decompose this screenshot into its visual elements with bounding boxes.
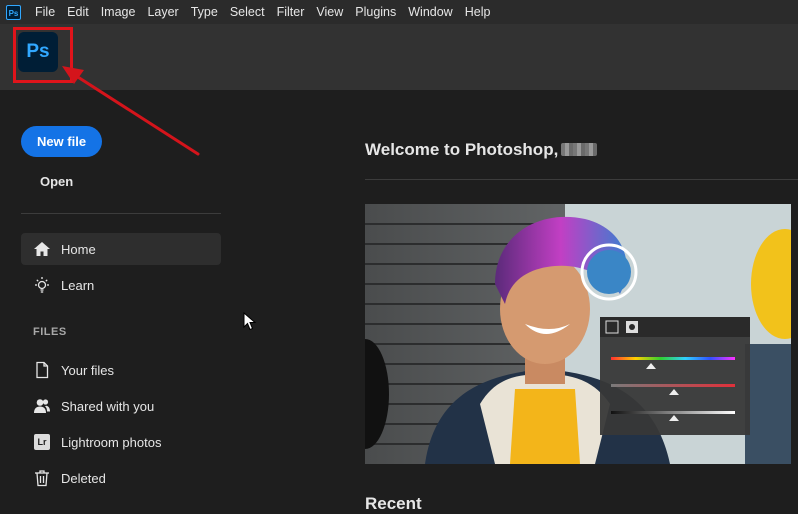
hero-image[interactable] — [365, 204, 791, 464]
sidebar-item-lightroom[interactable]: Lr Lightroom photos — [21, 426, 221, 458]
menu-plugins[interactable]: Plugins — [349, 5, 402, 19]
people-icon — [33, 397, 51, 415]
menu-edit[interactable]: Edit — [61, 5, 95, 19]
menu-filter[interactable]: Filter — [271, 5, 311, 19]
sidebar-divider — [21, 213, 221, 214]
sidebar-item-label: Shared with you — [61, 398, 155, 414]
new-file-button[interactable]: New file — [21, 126, 102, 157]
recent-heading: Recent — [365, 494, 422, 513]
menu-help[interactable]: Help — [459, 5, 497, 19]
menu-window[interactable]: Window — [402, 5, 458, 19]
menu-file[interactable]: File — [29, 5, 61, 19]
mouse-cursor-icon — [243, 312, 257, 331]
welcome-text: Welcome to Photoshop, — [365, 140, 559, 159]
document-icon — [33, 361, 51, 379]
menu-layer[interactable]: Layer — [141, 5, 184, 19]
sidebar-item-home[interactable]: Home — [21, 233, 221, 265]
lightroom-icon: Lr — [33, 433, 51, 451]
home-icon — [33, 240, 51, 258]
menu-select[interactable]: Select — [224, 5, 271, 19]
highlight-box — [13, 27, 73, 83]
sidebar-item-label: Learn — [61, 277, 95, 293]
open-button[interactable]: Open — [40, 174, 73, 189]
redacted-username — [561, 143, 598, 156]
menu-bar: Ps File Edit Image Layer Type Select Fil… — [0, 0, 798, 24]
welcome-heading: Welcome to Photoshop, — [365, 140, 598, 160]
menu-view[interactable]: View — [310, 5, 349, 19]
sidebar-item-deleted[interactable]: Deleted — [21, 462, 221, 494]
files-section-heading: FILES — [33, 326, 67, 338]
sidebar-item-your-files[interactable]: Your files — [21, 354, 221, 386]
sidebar-item-label: Deleted — [61, 470, 106, 486]
hero-illustration — [365, 204, 791, 464]
app-header: Ps — [0, 24, 798, 90]
sidebar-item-learn[interactable]: Learn — [21, 269, 221, 301]
lightbulb-icon — [33, 276, 51, 294]
photoshop-app-icon[interactable]: Ps — [6, 4, 21, 20]
trash-icon — [33, 469, 51, 487]
sidebar-item-label: Home — [61, 241, 96, 257]
main-divider — [365, 179, 798, 180]
menu-type[interactable]: Type — [185, 5, 224, 19]
sidebar-item-shared[interactable]: Shared with you — [21, 390, 221, 422]
sidebar-item-label: Your files — [61, 362, 114, 378]
menu-image[interactable]: Image — [95, 5, 142, 19]
sidebar-item-label: Lightroom photos — [61, 434, 162, 450]
